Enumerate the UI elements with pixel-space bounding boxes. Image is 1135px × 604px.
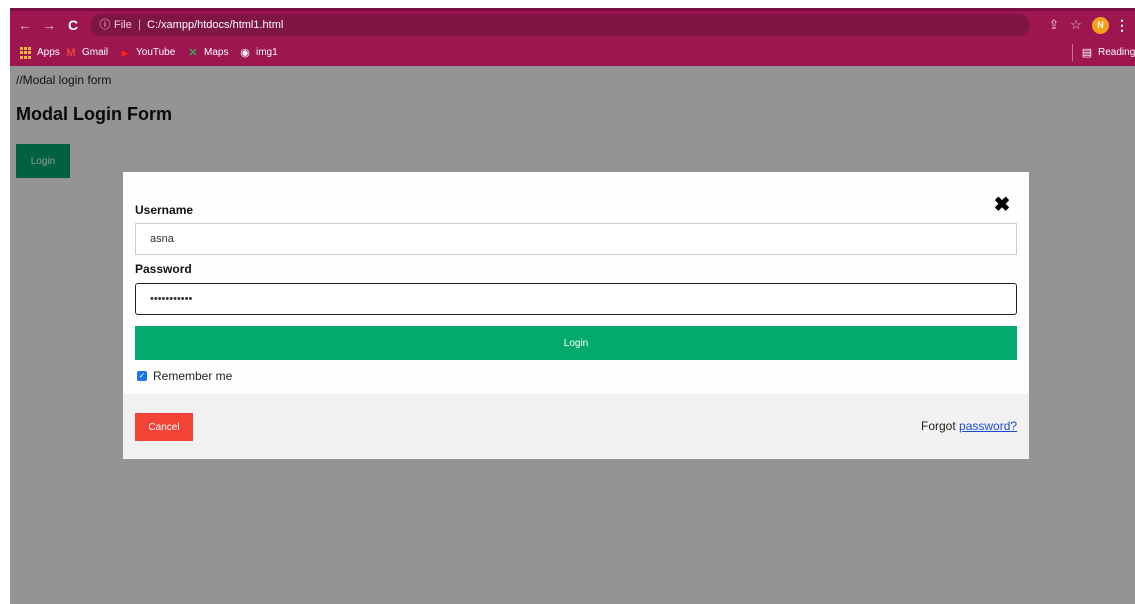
bookmark-label: YouTube [136,47,176,58]
bookmark-maps[interactable]: ✕ Maps [186,45,228,61]
login-modal: ✖ Username asna Password ••••••••••• Log… [123,172,1029,459]
password-label: Password [135,262,192,276]
reading-list-button[interactable]: ▤ Reading list [1080,45,1135,61]
close-icon[interactable]: ✖ [993,195,1011,215]
cancel-button[interactable]: Cancel [135,413,193,441]
forgot-password-link[interactable]: password? [959,419,1017,433]
profile-avatar[interactable]: N [1092,17,1109,34]
reading-list-label: Reading list [1098,47,1135,58]
bookmarks-divider [1072,44,1073,61]
browser-toolbar: ← → C ⓘ File | C:/xampp/htdocs/html1.htm… [10,11,1135,39]
youtube-icon: ▶ [121,48,129,58]
bookmark-img1[interactable]: ◉ img1 [238,45,278,61]
globe-icon: ◉ [240,47,250,59]
page-content: //Modal login form Modal Login Form Logi… [10,66,1135,604]
reload-icon[interactable]: C [64,16,82,34]
address-url[interactable]: C:/xampp/htdocs/html1.html [147,18,283,32]
username-label: Username [135,203,194,217]
back-icon[interactable]: ← [16,16,34,34]
bookmark-label: img1 [256,47,278,58]
address-bar[interactable]: ⓘ File | C:/xampp/htdocs/html1.html [90,14,1030,36]
remember-me[interactable]: ✓ Remember me [137,369,232,383]
bookmarks-bar: Apps M Gmail ▶ YouTube ✕ Maps ◉ img1 ▤ R… [10,39,1135,66]
bookmark-apps[interactable]: Apps [20,45,60,61]
star-icon[interactable]: ☆ [1068,17,1084,33]
apps-grid-icon [20,47,32,59]
modal-footer: Cancel Forgot password? [123,394,1029,459]
username-input[interactable]: asna [135,223,1017,255]
gmail-icon: M [66,47,76,59]
remember-label: Remember me [153,369,233,383]
menu-icon[interactable]: ⋮ [1115,16,1129,34]
info-icon[interactable]: ⓘ [98,18,112,32]
forward-icon[interactable]: → [40,16,58,34]
bookmark-label: Maps [204,47,229,58]
bookmark-youtube[interactable]: ▶ YouTube [118,45,176,61]
bookmark-gmail[interactable]: M Gmail [64,45,108,61]
share-icon[interactable]: ⇪ [1046,17,1062,33]
reading-list-icon: ▤ [1081,47,1093,59]
remember-checkbox[interactable]: ✓ [137,371,147,381]
bookmark-label: Apps [37,47,60,58]
bookmark-label: Gmail [82,47,109,58]
login-submit-button[interactable]: Login [135,326,1017,360]
forgot-password: Forgot password? [921,419,1017,434]
address-separator: | [138,17,142,31]
maps-icon: ✕ [188,47,198,59]
scheme-label: File [114,19,132,31]
browser-window: ← → C ⓘ File | C:/xampp/htdocs/html1.htm… [10,8,1135,604]
password-input[interactable]: ••••••••••• [135,283,1017,315]
forgot-text: Forgot [921,419,956,433]
